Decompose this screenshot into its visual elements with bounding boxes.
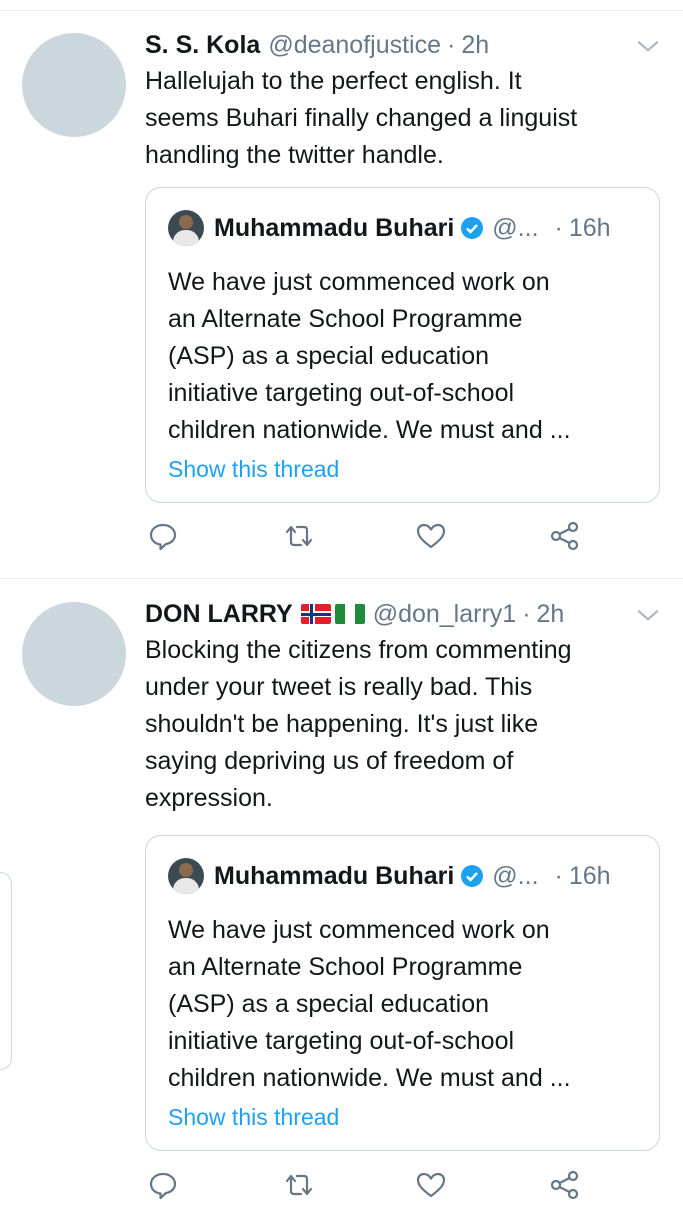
avatar[interactable]: [22, 602, 126, 706]
quoted-tweet[interactable]: Muhammadu Buhari @... · 16h We have just…: [145, 187, 660, 503]
quoted-tweet-header: Muhammadu Buhari @... · 16h: [168, 858, 638, 894]
quoted-tweet-text: We have just commenced work on an Altern…: [168, 912, 638, 1097]
share-icon[interactable]: [549, 1169, 581, 1201]
quoted-text-line: children nationwide. We must and ...: [168, 1064, 571, 1092]
tweet-text-line: Hallelujah to the perfect english. It: [145, 67, 522, 95]
norway-flag-icon: [300, 604, 331, 624]
quoted-text-line: We have just commenced work on: [168, 916, 550, 944]
author-name[interactable]: S. S. Kola: [145, 31, 260, 60]
show-thread-link[interactable]: Show this thread: [168, 1104, 339, 1131]
tweet[interactable]: DON LARRY @don_larry1 · 2h Blocking the …: [0, 580, 683, 1213]
tweet-header: DON LARRY @don_larry1 · 2h: [145, 596, 660, 632]
quoted-text-line: initiative targeting out-of-school: [168, 379, 515, 407]
quoted-tweet-text: We have just commenced work on an Altern…: [168, 264, 638, 449]
tweet-text-line: expression.: [145, 784, 273, 812]
quoted-text-line: (ASP) as a special education: [168, 342, 490, 370]
tweet-text: Hallelujah to the perfect english. It se…: [145, 63, 660, 174]
avatar[interactable]: [22, 33, 126, 137]
like-icon[interactable]: [415, 520, 447, 552]
quoted-author-avatar: [168, 210, 204, 246]
share-icon[interactable]: [549, 520, 581, 552]
reply-icon[interactable]: [147, 520, 179, 552]
tweet-text-line: saying depriving us of freedom of: [145, 747, 514, 775]
side-panel-edge[interactable]: [0, 872, 12, 1070]
like-icon[interactable]: [415, 1169, 447, 1201]
flag-emojis: [300, 604, 365, 624]
show-thread-link[interactable]: Show this thread: [168, 456, 339, 483]
tweet-content: S. S. Kola @deanofjustice · 2h Halleluja…: [145, 27, 660, 174]
tweet-text-line: shouldn't be happening. It's just like: [145, 710, 539, 738]
reply-icon[interactable]: [147, 1169, 179, 1201]
tweet-text-line: seems Buhari finally changed a linguist: [145, 104, 578, 132]
separator-dot: ·: [554, 213, 563, 242]
separator-dot: ·: [554, 861, 563, 890]
retweet-icon[interactable]: [283, 1169, 315, 1201]
verified-badge-icon: [461, 865, 484, 887]
quoted-tweet-header: Muhammadu Buhari @... · 16h: [168, 210, 638, 246]
quoted-author-avatar: [168, 858, 204, 894]
separator-dot: ·: [447, 30, 456, 59]
quoted-author-name: Muhammadu Buhari: [214, 213, 455, 242]
author-handle[interactable]: @don_larry1: [373, 600, 517, 629]
tweet-header: S. S. Kola @deanofjustice · 2h: [145, 27, 660, 63]
tweet-text-line: Blocking the citizens from commenting: [145, 636, 572, 664]
quoted-text-line: (ASP) as a special education: [168, 990, 490, 1018]
quoted-author-name: Muhammadu Buhari: [214, 861, 455, 890]
timestamp[interactable]: 2h: [461, 31, 489, 60]
quoted-text-line: initiative targeting out-of-school: [168, 1027, 515, 1055]
tweet-text-line: handling the twitter handle.: [145, 141, 444, 169]
tweet-text: Blocking the citizens from commenting un…: [145, 632, 660, 817]
author-name[interactable]: DON LARRY: [145, 600, 293, 629]
quoted-text-line: an Alternate School Programme: [168, 305, 523, 333]
verified-badge-icon: [461, 217, 484, 239]
quoted-text-line: We have just commenced work on: [168, 268, 550, 296]
timestamp[interactable]: 2h: [537, 600, 565, 629]
tweet-actions: [145, 1169, 585, 1209]
author-handle[interactable]: @deanofjustice: [268, 31, 441, 60]
quoted-timestamp: 16h: [568, 861, 611, 890]
quoted-text-line: children nationwide. We must and ...: [168, 416, 571, 444]
quoted-author-handle: @...: [492, 213, 539, 242]
quoted-author-handle: @...: [492, 861, 539, 890]
quoted-tweet[interactable]: Muhammadu Buhari @... · 16h We have just…: [145, 835, 660, 1151]
retweet-icon[interactable]: [283, 520, 315, 552]
nigeria-flag-icon: [334, 604, 365, 624]
separator-dot: ·: [522, 599, 531, 628]
tweet[interactable]: S. S. Kola @deanofjustice · 2h Halleluja…: [0, 11, 683, 579]
tweet-actions: [145, 520, 585, 560]
top-divider: [0, 0, 683, 11]
quoted-timestamp: 16h: [568, 213, 611, 242]
tweet-content: DON LARRY @don_larry1 · 2h Blocking the …: [145, 596, 660, 817]
tweet-text-line: under your tweet is really bad. This: [145, 673, 533, 701]
quoted-text-line: an Alternate School Programme: [168, 953, 523, 981]
